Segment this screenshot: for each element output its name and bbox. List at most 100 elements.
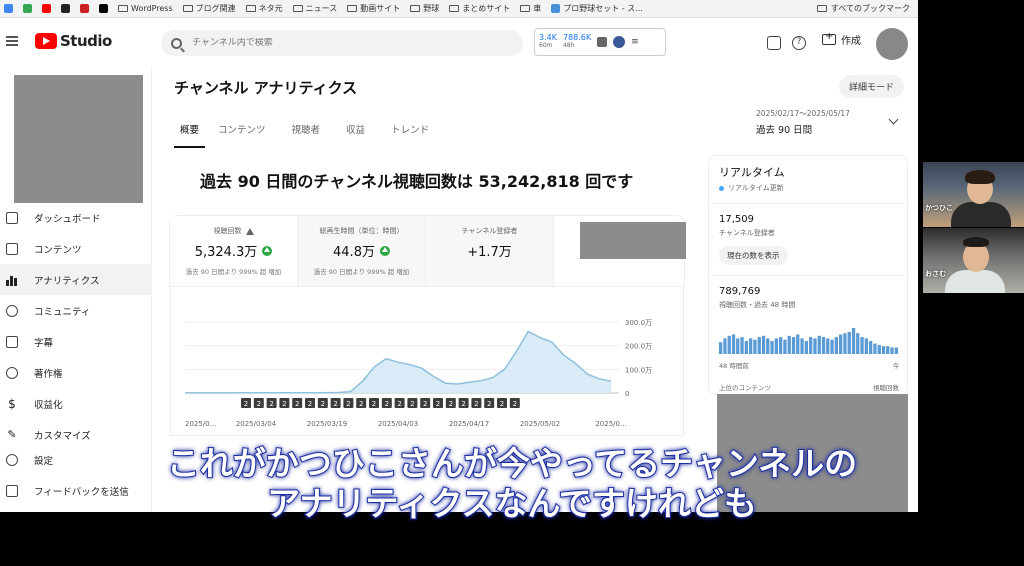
folder-icon: [347, 5, 358, 12]
tab-trends[interactable]: トレンド: [378, 122, 442, 148]
folder-icon: [449, 5, 460, 12]
amazon-icon: [61, 4, 70, 13]
search-input[interactable]: [192, 38, 492, 48]
ext-menu-icon[interactable]: ≡: [631, 37, 639, 47]
youtube-icon: [42, 4, 51, 13]
video-marker-label: 2: [397, 400, 401, 408]
bookmark-google[interactable]: [4, 4, 13, 13]
bookmark-folder[interactable]: 車: [520, 3, 541, 14]
realtime-bar: [800, 338, 804, 354]
bookmarks-bar: WordPress ブログ関連 ネタ元 ニュース 動画サイト 野球 まとめサイト…: [0, 0, 918, 18]
video-marker-label: 2: [295, 400, 299, 408]
arrow-up-icon: [379, 245, 390, 256]
search-icon[interactable]: [171, 37, 182, 49]
tab-audience[interactable]: 視聴者: [279, 122, 334, 148]
date-range-picker[interactable]: 2025/02/17～2025/05/17 過去 90 日間: [756, 108, 850, 136]
views-chart-svg: 300.0万200.0万100.0万02 2 2 2 2 2 2 2 2 2 2 2 2 2 2 2 2 2 2 2 2…: [185, 319, 652, 428]
ext-toggle-icon[interactable]: [613, 36, 626, 48]
bookmark-youtube[interactable]: [42, 4, 51, 13]
x-icon: [99, 4, 108, 13]
analytics-icon: [6, 274, 18, 286]
sidebar-item-analytics[interactable]: アナリティクス: [0, 264, 152, 295]
bookmark-folder[interactable]: ネタ元: [245, 3, 283, 14]
live-dot-icon: [719, 185, 724, 191]
video-marker-label: 2: [423, 400, 427, 408]
bookmark-drive[interactable]: [23, 4, 32, 13]
tab-content[interactable]: コンテンツ: [205, 122, 279, 148]
bookmark-x[interactable]: [99, 4, 108, 13]
sidebar-item-community[interactable]: コミュニティ: [0, 295, 152, 326]
subtitle-line-1: これがかつひこさんが今やってるチャンネルの: [166, 443, 858, 484]
realtime-bar: [813, 338, 817, 354]
bookmark-baseball-set[interactable]: プロ野球セット - ス...: [551, 3, 643, 14]
video-marker-label: 2: [449, 400, 453, 408]
page-title: チャンネル アナリティクス: [174, 79, 358, 97]
bookmark-folder[interactable]: ブログ関連: [182, 3, 236, 14]
realtime-bar: [826, 338, 830, 354]
tab-overview[interactable]: 概要: [174, 122, 206, 148]
metric-watch-time[interactable]: 総再生時間（単位：時間） 44.8万 過去 90 日間より 999% 超 増加: [298, 216, 426, 286]
folder-icon: [245, 5, 256, 12]
youtube-logo-icon: [35, 33, 57, 49]
video-marker-label: 2: [487, 400, 491, 408]
show-current-button[interactable]: 現在の数を表示: [719, 246, 788, 265]
video-marker-label: 2: [269, 400, 273, 408]
help-icon[interactable]: ?: [792, 36, 806, 50]
bookmark-folder[interactable]: ニュース: [292, 3, 337, 14]
y-tick-label: 300.0万: [625, 319, 652, 327]
bookmark-folder[interactable]: まとめサイト: [449, 3, 510, 14]
sidebar-item-subtitles[interactable]: 字幕: [0, 326, 152, 357]
realtime-bar: [727, 335, 731, 354]
realtime-bar: [736, 338, 740, 354]
detail-mode-button[interactable]: 詳細モード: [839, 75, 905, 98]
realtime-bar: [740, 337, 744, 354]
extension-widget[interactable]: 3.4K 60m 788.6K 48h ≡: [534, 28, 666, 56]
sidebar-item-copyright[interactable]: 著作権: [0, 357, 152, 388]
x-tick-label: 2025/05/02: [520, 420, 560, 428]
views-headline: 過去 90 日間のチャンネル視聴回数は 53,242,818 回です: [200, 172, 634, 191]
channel-avatar-redacted[interactable]: [14, 75, 143, 203]
ext-app-icon[interactable]: [597, 37, 608, 47]
sidebar-item-monetization[interactable]: $ 収益化: [0, 388, 152, 419]
tab-revenue[interactable]: 収益: [333, 122, 378, 148]
folder-icon: [520, 5, 531, 12]
video-marker-label: 2: [359, 400, 363, 408]
bookmark-r[interactable]: [80, 4, 89, 13]
menu-icon[interactable]: [6, 36, 18, 46]
video-marker-label: 2: [474, 400, 478, 408]
chevron-down-icon[interactable]: [888, 114, 899, 125]
sidebar-item-content[interactable]: コンテンツ: [0, 233, 152, 264]
bookmark-folder[interactable]: WordPress: [118, 4, 173, 13]
folder-icon: [292, 5, 303, 12]
messages-icon[interactable]: [767, 36, 781, 50]
all-bookmarks[interactable]: すべてのブックマーク: [816, 3, 910, 14]
search-bar[interactable]: [161, 30, 523, 56]
realtime-bar: [719, 342, 723, 354]
bookmark-amazon[interactable]: [61, 4, 70, 13]
sidebar-item-dashboard[interactable]: ダッシュボード: [0, 202, 152, 233]
realtime-bar: [761, 335, 766, 354]
subtitles-icon: [6, 335, 18, 348]
bookmark-folder[interactable]: 野球: [410, 3, 439, 14]
dashboard-icon: [6, 211, 18, 224]
realtime-bar: [873, 343, 877, 354]
metric-views[interactable]: 視聴回数 5,324.3万 過去 90 日間より 999% 超 増加: [170, 216, 298, 286]
account-avatar[interactable]: [876, 28, 908, 60]
video-marker-label: 2: [244, 400, 248, 408]
browser-screen: WordPress ブログ関連 ネタ元 ニュース 動画サイト 野球 まとめサイト…: [0, 0, 918, 512]
realtime-bar: [860, 337, 864, 354]
studio-logo[interactable]: Studio: [35, 32, 112, 50]
realtime-bar: [856, 333, 860, 354]
subtitle-line-2: アナリティクスなんですけれども: [266, 483, 758, 524]
realtime-bar: [779, 337, 783, 354]
create-button[interactable]: 作成: [822, 31, 861, 47]
metric-subscribers[interactable]: チャンネル登録者 +1.7万: [426, 216, 554, 286]
video-subtitle: これがかつひこさんが今やってるチャンネルの アナリティクスなんですけれども: [0, 443, 1024, 524]
studio-header: Studio 3.4K 60m 788.6K 48h ≡ ? 作成: [0, 18, 918, 66]
video-marker-label: 2: [436, 400, 440, 408]
x-tick-label: 2025/04/17: [449, 420, 489, 428]
views-chart[interactable]: 300.0万 200.0万 100.0万 0 2 2 2 2 2 2 2 2 2 2 2 2 2 2 2 2 2 2 2 2 2…: [170, 286, 684, 436]
bookmark-folder[interactable]: 動画サイト: [347, 3, 400, 14]
realtime-bar: [851, 328, 856, 354]
realtime-bar: [757, 337, 761, 354]
